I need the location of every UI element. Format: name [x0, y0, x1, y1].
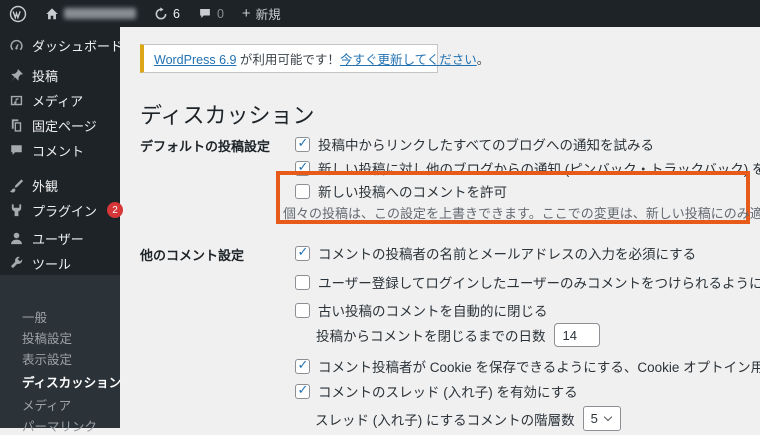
checkbox-label: 投稿中からリンクしたすべてのブログへの通知を試みる — [318, 138, 655, 153]
sidebar-item-dashboard[interactable]: ダッシュボード — [0, 32, 124, 58]
comment-bubble-icon — [200, 9, 210, 18]
sidebar-item-label: 投稿 — [32, 68, 59, 84]
wordpress-logo-icon — [9, 5, 27, 22]
submenu-item-media[interactable]: メディア — [0, 394, 120, 414]
checkbox-label: コメントのスレッド (入れ子) を有効にする — [318, 385, 578, 400]
updates-menu[interactable]: 6 — [145, 0, 189, 27]
comments-menu[interactable]: 0 — [189, 0, 233, 27]
allow-comments-checkbox[interactable] — [295, 183, 310, 199]
notify-blogs-checkbox[interactable] — [295, 135, 310, 152]
page-title: ディスカッション — [140, 102, 315, 128]
notice-text-end: 。 — [476, 53, 490, 67]
sidebar-item-posts[interactable]: 投稿 — [0, 62, 120, 88]
setting-row: コメントのスレッド (入れ子) を有効にする — [295, 381, 578, 401]
comments-icon — [11, 145, 22, 155]
setting-row: 古い投稿のコメントを自動的に閉じる — [295, 300, 548, 320]
new-label: 新規 — [255, 8, 281, 22]
checkbox-label: 古い投稿のコメントを自動的に閉じる — [318, 304, 548, 319]
wordpress-logo-menu[interactable] — [0, 0, 36, 27]
plugins-icon — [11, 203, 22, 216]
close-old-comments-checkbox[interactable] — [295, 302, 310, 318]
depth-label: スレッド (入れ子) にするコメントの階層数 — [315, 412, 575, 428]
site-name-blurred — [64, 8, 136, 19]
allow-pingbacks-checkbox[interactable] — [295, 159, 310, 176]
sidebar-item-label: ユーザー — [32, 231, 84, 247]
admin-sidebar: ダッシュボード 投稿 メディア 固定ページ コメント 外観 プラグイン 2 ユー… — [0, 27, 124, 434]
admin-bar: 6 0 + 新規 — [0, 0, 760, 27]
submenu-item-discussion[interactable]: ディスカッション — [0, 371, 121, 391]
update-now-link[interactable]: 今すぐ更新してください — [340, 53, 477, 67]
setting-row: コメント投稿者が Cookie を保存できるようにする、Cookie オプトイン… — [295, 356, 760, 376]
checkbox-label: 新しい投稿へのコメントを許可 — [318, 185, 507, 200]
site-menu[interactable] — [36, 0, 145, 27]
checkbox-label: コメント投稿者が Cookie を保存できるようにする、Cookie オプトイン… — [318, 360, 760, 375]
default-post-settings-label: デフォルトの投稿設定 — [140, 139, 271, 154]
sidebar-item-users[interactable]: ユーザー — [0, 225, 120, 251]
notice-text: が利用可能です！ — [236, 53, 340, 67]
plus-icon: + — [241, 4, 251, 22]
days-input[interactable] — [553, 323, 600, 347]
content-area: WordPress 6.9 が利用可能です！今すぐ更新してください。 ディスカッ… — [120, 27, 760, 431]
submenu-item-reading[interactable]: 表示設定 — [0, 348, 120, 368]
thread-depth-select[interactable]: 5 — [582, 406, 621, 431]
submenu-item-permalinks[interactable]: パーマリンク — [0, 415, 120, 435]
thread-depth-row: スレッド (入れ子) にするコメントの階層数 5 — [315, 406, 621, 431]
selected-depth-value: 5 — [590, 411, 598, 426]
sidebar-item-media[interactable]: メディア — [0, 87, 120, 113]
checkbox-label: ユーザー登録してログインしたユーザーのみコメントをつけられるようにする — [318, 276, 760, 291]
checkbox-label: コメントの投稿者の名前とメールアドレスの入力を必須にする — [318, 247, 697, 262]
update-icon — [155, 6, 167, 19]
sidebar-item-label: メディア — [32, 93, 84, 109]
sidebar-item-label: ダッシュボード — [32, 38, 124, 54]
sidebar-item-tools[interactable]: ツール — [0, 250, 120, 276]
media-icon — [10, 95, 23, 105]
updates-count: 6 — [173, 6, 180, 21]
sidebar-item-label: プラグイン — [32, 203, 98, 219]
chevron-down-icon — [603, 412, 613, 422]
other-comment-settings-label: 他のコメント設定 — [140, 248, 245, 263]
setting-row: コメントの投稿者の名前とメールアドレスの入力を必須にする — [295, 243, 696, 263]
setting-row: 新しい投稿へのコメントを許可 — [295, 181, 507, 201]
sidebar-item-label: ツール — [32, 256, 72, 272]
update-notice: WordPress 6.9 が利用可能です！今すぐ更新してください。 — [140, 44, 489, 73]
dashboard-icon — [10, 39, 23, 50]
cookie-optin-checkbox[interactable] — [295, 357, 310, 374]
days-label: 投稿からコメントを閉じるまでの日数 — [316, 329, 546, 344]
appearance-brush-icon — [9, 178, 24, 193]
checkbox-label: 新しい投稿に対し他のブログからの通知 (ピンバック・トラックバック) を受け付け… — [318, 162, 760, 177]
wordpress-version-link[interactable]: WordPress 6.9 — [154, 53, 236, 67]
sidebar-item-pages[interactable]: 固定ページ — [0, 112, 120, 138]
threaded-comments-checkbox[interactable] — [295, 382, 310, 399]
sidebar-item-label: 外観 — [32, 178, 59, 194]
sidebar-item-appearance[interactable]: 外観 — [0, 172, 120, 198]
close-comments-days-row: 投稿からコメントを閉じるまでの日数 — [316, 323, 600, 347]
comments-count: 0 — [216, 6, 224, 21]
setting-row: 新しい投稿に対し他のブログからの通知 (ピンバック・トラックバック) を受け付け… — [295, 158, 760, 178]
require-name-email-checkbox[interactable] — [295, 244, 310, 261]
sidebar-item-plugins[interactable]: プラグイン 2 — [0, 197, 124, 223]
new-content-menu[interactable]: + 新規 — [233, 0, 290, 27]
setting-row: ユーザー登録してログインしたユーザーのみコメントをつけられるようにする — [295, 272, 760, 292]
submenu-item-general[interactable]: 一般 — [0, 306, 120, 326]
settings-submenu: 一般 投稿設定 表示設定 ディスカッション メディア パーマリンク — [0, 275, 121, 434]
pages-icon — [11, 118, 22, 132]
tools-wrench-icon — [10, 256, 23, 268]
users-icon — [11, 232, 22, 244]
submenu-item-writing[interactable]: 投稿設定 — [0, 327, 120, 347]
sidebar-item-label: 固定ページ — [32, 118, 97, 134]
sidebar-item-comments[interactable]: コメント — [0, 137, 120, 163]
default-post-description: 個々の投稿は、この設定を上書きできます。ここでの変更は、新しい投稿にのみ適用され… — [283, 206, 760, 221]
setting-row: 投稿中からリンクしたすべてのブログへの通知を試みる — [295, 134, 654, 154]
home-icon — [46, 7, 58, 19]
sidebar-item-label: コメント — [32, 143, 85, 159]
pin-icon — [10, 68, 24, 82]
registered-users-only-checkbox[interactable] — [295, 274, 310, 290]
